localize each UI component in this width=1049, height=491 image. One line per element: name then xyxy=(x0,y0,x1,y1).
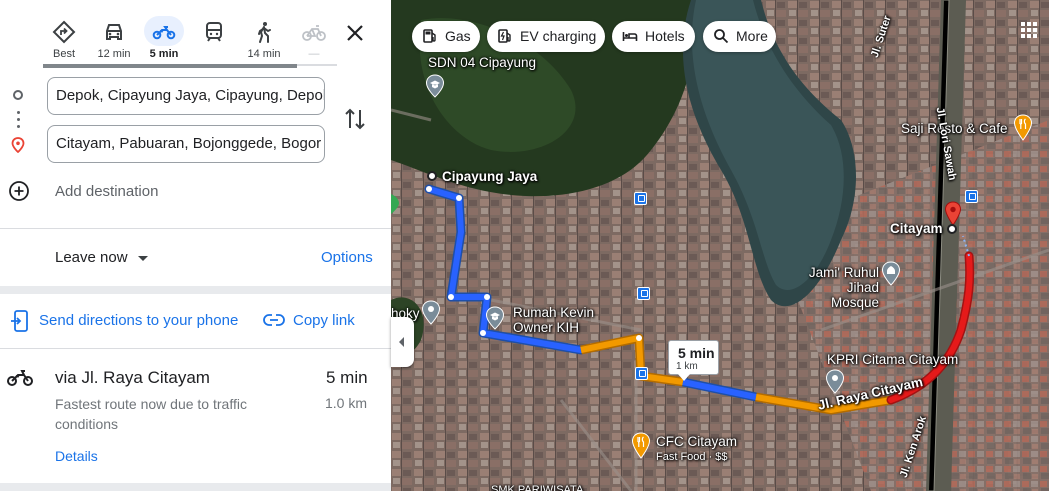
close-icon[interactable] xyxy=(342,20,368,46)
map-canvas[interactable]: SDN 04 Cipayung Cipayung Jaya Rumah Kevi… xyxy=(391,0,1049,491)
bus-stop-icon[interactable] xyxy=(637,287,650,300)
chevron-down-icon xyxy=(137,255,148,261)
chip-gas-label: Gas xyxy=(445,28,471,44)
label-cfc: CFC Citayam xyxy=(656,434,738,449)
origin-value: Depok, Cipayung Jaya, Cipayung, Depok C xyxy=(56,87,325,104)
label-cipayung-jaya: Cipayung Jaya xyxy=(442,169,538,184)
mode-best-label: Best xyxy=(52,48,75,60)
destination-pin-icon xyxy=(11,137,25,153)
callout-time: 5 min xyxy=(678,345,715,361)
route-distance: 1.0 km xyxy=(325,395,368,411)
divider xyxy=(0,228,391,229)
route-duration: 5 min xyxy=(326,368,368,387)
bus-stop-icon[interactable] xyxy=(965,190,978,203)
chip-ev-label: EV charging xyxy=(520,28,597,44)
label-cfc-category: Fast Food · $$ xyxy=(656,451,728,463)
restaurant-pin-icon[interactable] xyxy=(631,432,651,460)
origin-circle-icon xyxy=(13,90,23,100)
mode-two-wheeler-button[interactable]: 5 min xyxy=(141,14,187,62)
motorcycle-icon xyxy=(7,370,33,386)
link-icon xyxy=(263,314,285,326)
label-rumah-kevin: Rumah Kevin Owner KIH xyxy=(513,305,595,335)
hotel-bed-icon xyxy=(622,31,638,41)
chevron-left-icon xyxy=(399,337,404,347)
route-description: Fastest route now due to traffic conditi… xyxy=(55,396,247,432)
destination-input[interactable]: Citayam, Pabuaran, Bojonggede, Bogor Reg… xyxy=(47,125,325,163)
restaurant-pin-icon[interactable] xyxy=(1013,114,1033,142)
gas-station-icon xyxy=(423,28,436,43)
add-destination-label: Add destination xyxy=(55,183,159,200)
add-circle-icon xyxy=(9,181,29,201)
place-pin-icon[interactable] xyxy=(421,300,441,326)
send-to-phone-icon xyxy=(11,310,28,332)
route-option-card[interactable]: via Jl. Raya Citayam 5 min Fastest route… xyxy=(0,350,391,483)
chip-hotels[interactable]: Hotels xyxy=(612,21,695,52)
bus-stop-icon[interactable] xyxy=(635,367,648,380)
bus-stop-icon[interactable] xyxy=(634,192,647,205)
mode-driving-button[interactable]: 12 min xyxy=(91,14,137,62)
leave-now-label: Leave now xyxy=(55,249,128,266)
travel-mode-bar: Best 12 min 5 min 14 min — xyxy=(0,0,391,68)
directions-panel: Best 12 min 5 min 14 min — Depok, Cipayu… xyxy=(0,0,391,491)
section-divider xyxy=(0,483,391,491)
mode-walking-button[interactable]: 14 min xyxy=(241,14,287,62)
options-button[interactable]: Options xyxy=(321,249,373,266)
label-saji: Saji Resto & Cafe xyxy=(901,121,1008,136)
label-mosque: Jami' Ruhul Jihad Mosque xyxy=(808,265,879,310)
add-destination-button[interactable]: Add destination xyxy=(8,179,308,205)
bicycle-icon xyxy=(302,25,326,41)
destination-pin-icon[interactable] xyxy=(944,201,962,227)
mode-tabs-track xyxy=(297,64,337,66)
school-pin-icon[interactable] xyxy=(425,74,445,98)
destination-marker-icon[interactable] xyxy=(947,224,957,234)
label-smk: SMK PARIWISATA xyxy=(491,484,584,491)
chip-gas[interactable]: Gas xyxy=(412,21,480,52)
label-sdn: SDN 04 Cipayung xyxy=(428,55,537,70)
mode-transit-button[interactable] xyxy=(191,14,237,62)
chip-more[interactable]: More xyxy=(703,21,776,52)
route-via-label: via Jl. Raya Citayam xyxy=(55,368,210,387)
ev-charging-icon xyxy=(498,28,511,43)
section-divider xyxy=(0,286,391,294)
walking-icon xyxy=(258,22,271,43)
send-to-phone-label: Send directions to your phone xyxy=(39,312,239,329)
leave-now-dropdown[interactable]: Leave now xyxy=(55,249,148,266)
mode-best-button[interactable]: Best xyxy=(41,14,87,62)
route-details-link[interactable]: Details xyxy=(55,448,98,464)
copy-link-label: Copy link xyxy=(293,312,355,329)
mosque-pin-icon[interactable] xyxy=(881,261,901,287)
collapse-panel-button[interactable] xyxy=(391,317,414,367)
best-route-icon xyxy=(52,20,76,44)
mode-cycling-label: — xyxy=(308,48,320,60)
chip-more-label: More xyxy=(736,28,768,44)
callout-distance: 1 km xyxy=(676,361,698,372)
mode-tabs-underline xyxy=(43,64,297,68)
origin-marker-icon[interactable] xyxy=(427,171,437,181)
mode-driving-label: 12 min xyxy=(97,48,131,60)
divider xyxy=(0,348,391,349)
route-line xyxy=(424,184,975,415)
label-citayam: Citayam xyxy=(890,221,943,236)
park-pin-icon[interactable] xyxy=(391,192,401,216)
train-icon xyxy=(206,22,222,42)
mode-two-wheeler-label: 5 min xyxy=(149,48,179,60)
search-icon xyxy=(714,28,729,43)
copy-link-button[interactable]: Copy link xyxy=(263,308,373,334)
route-duration-callout[interactable]: 5 min 1 km xyxy=(668,340,719,381)
chip-hotels-label: Hotels xyxy=(645,28,685,44)
motorcycle-icon xyxy=(152,26,176,40)
mode-walking-label: 14 min xyxy=(247,48,281,60)
school-pin-icon[interactable] xyxy=(485,306,505,330)
mode-cycling-button[interactable]: — xyxy=(291,14,337,62)
destination-value: Citayam, Pabuaran, Bojonggede, Bogor Re xyxy=(56,135,325,152)
swap-icon[interactable] xyxy=(343,106,367,132)
callout-pointer xyxy=(678,374,690,381)
origin-input[interactable]: Depok, Cipayung Jaya, Cipayung, Depok Ci… xyxy=(47,77,325,115)
car-icon xyxy=(106,24,122,40)
chip-ev-charging[interactable]: EV charging xyxy=(487,21,605,52)
label-kpri: KPRI Citama Citayam xyxy=(827,352,959,367)
apps-grid-icon[interactable] xyxy=(1020,21,1038,39)
